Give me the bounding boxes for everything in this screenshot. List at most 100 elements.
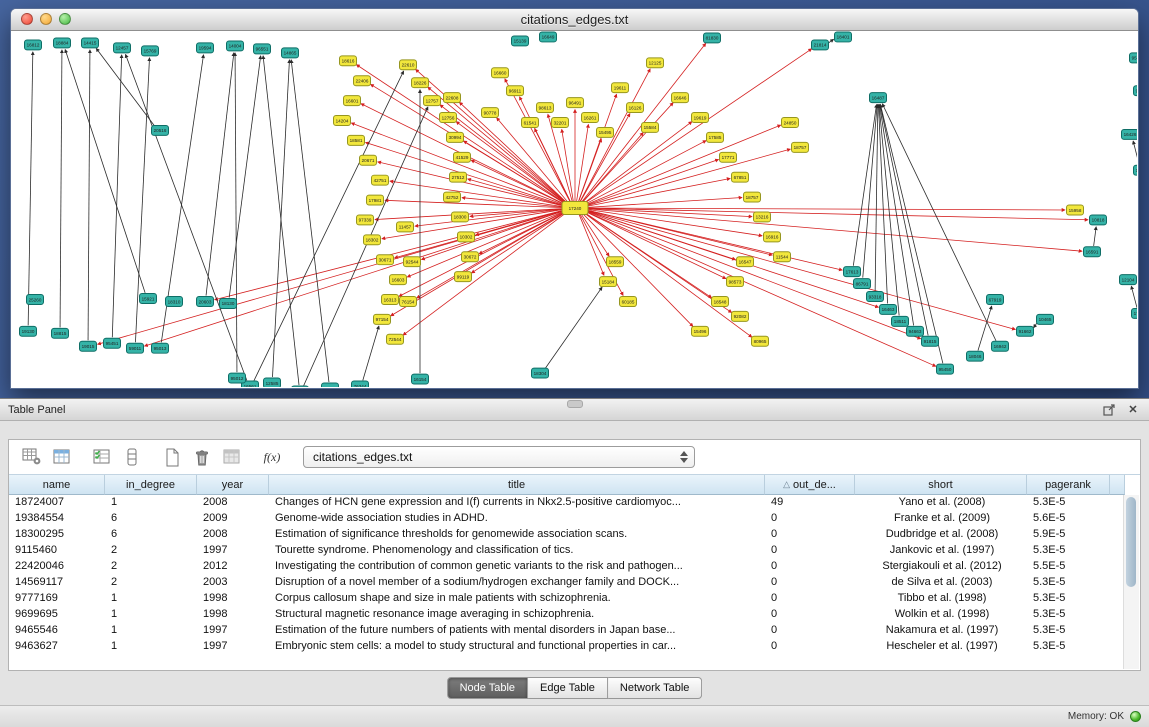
- graph-node[interactable]: 10818: [1090, 215, 1107, 225]
- window-titlebar[interactable]: citations_edges.txt: [11, 9, 1138, 31]
- graph-node[interactable]: 12756: [440, 113, 457, 123]
- new-table-icon[interactable]: [159, 444, 185, 470]
- graph-node[interactable]: 59011: [127, 343, 144, 353]
- graph-node[interactable]: 30672: [462, 252, 479, 262]
- graph-node[interactable]: 15496: [692, 326, 709, 336]
- row-options-icon[interactable]: [119, 444, 145, 470]
- graph-node[interactable]: 18757: [792, 142, 809, 152]
- graph-node[interactable]: 17981: [367, 195, 384, 205]
- graph-node[interactable]: 16603: [390, 275, 407, 285]
- table-row[interactable]: 1456911722003Disruption of a novel membe…: [9, 575, 1140, 591]
- graph-node[interactable]: 30994: [447, 132, 464, 142]
- graph-node[interactable]: 94663: [907, 326, 924, 336]
- graph-node[interactable]: 14138: [1134, 165, 1138, 175]
- graph-node[interactable]: 16942: [992, 341, 1009, 351]
- graph-node[interactable]: 15495: [597, 127, 614, 137]
- graph-node[interactable]: 76344: [352, 381, 369, 387]
- graph-node[interactable]: 17735: [1132, 308, 1138, 318]
- tab-edge-table[interactable]: Edge Table: [528, 677, 608, 699]
- scrollbar-thumb[interactable]: [1126, 497, 1136, 587]
- table-row[interactable]: 977716911998Corpus callosum shape and si…: [9, 591, 1140, 607]
- graph-node[interactable]: 32201: [552, 118, 569, 128]
- graph-node[interactable]: 95013: [152, 343, 169, 353]
- graph-node[interactable]: 14865: [282, 48, 299, 58]
- column-header-name[interactable]: name: [9, 475, 105, 495]
- graph-node[interactable]: 27512: [450, 172, 467, 182]
- graph-node[interactable]: 16812: [25, 40, 42, 50]
- graph-node[interactable]: 24850: [782, 118, 799, 128]
- splitter-handle[interactable]: [567, 400, 583, 408]
- graph-node[interactable]: 16649: [540, 32, 557, 42]
- graph-node[interactable]: 21814: [812, 40, 829, 50]
- graph-node[interactable]: 80965: [752, 336, 769, 346]
- graph-node[interactable]: 92774: [1134, 86, 1138, 96]
- graph-node[interactable]: 17771: [720, 152, 737, 162]
- graph-node[interactable]: 42751: [372, 175, 389, 185]
- graph-node[interactable]: 18548: [712, 297, 729, 307]
- graph-node[interactable]: 20516: [152, 125, 169, 135]
- graph-node[interactable]: 18511: [892, 316, 909, 326]
- graph-node[interactable]: 18757: [744, 192, 761, 202]
- graph-node[interactable]: 18581: [348, 135, 365, 145]
- graph-node[interactable]: 16313: [382, 295, 399, 305]
- graph-node[interactable]: 19015: [80, 341, 97, 351]
- column-header-in_degree[interactable]: in_degree: [105, 475, 197, 495]
- graph-node[interactable]: 16601: [344, 96, 361, 106]
- graph-node[interactable]: 12757: [424, 96, 441, 106]
- graph-node[interactable]: 96911: [507, 86, 524, 96]
- graph-node[interactable]: 15139: [512, 36, 529, 46]
- table-row[interactable]: 946362711997Embryonic stem cells: a mode…: [9, 639, 1140, 655]
- tab-node-table[interactable]: Node Table: [447, 677, 528, 699]
- table-row[interactable]: 1938455462009Genome-wide association stu…: [9, 511, 1140, 527]
- close-window-button[interactable]: [21, 13, 33, 25]
- graph-node[interactable]: 16426: [1122, 129, 1138, 139]
- graph-node[interactable]: 93318: [867, 292, 884, 302]
- graph-node[interactable]: 16916: [764, 232, 781, 242]
- table-row[interactable]: 911546021997Tourette syndrome. Phenomeno…: [9, 543, 1140, 559]
- graph-node[interactable]: 25260: [27, 295, 44, 305]
- graph-node[interactable]: 86791: [854, 279, 871, 289]
- column-header-title[interactable]: title: [269, 475, 765, 495]
- graph-node[interactable]: 11457: [397, 222, 414, 232]
- graph-node[interactable]: 15184: [600, 277, 617, 287]
- graph-node[interactable]: 20671: [360, 155, 377, 165]
- graph-node[interactable]: 16591: [1084, 247, 1101, 257]
- graph-node[interactable]: 18310: [166, 297, 183, 307]
- graph-node[interactable]: 72544: [387, 334, 404, 344]
- graph-node[interactable]: 16646: [672, 93, 689, 103]
- graph-node[interactable]: 15921: [140, 294, 157, 304]
- float-panel-icon[interactable]: [1101, 403, 1117, 417]
- graph-node[interactable]: 19619: [692, 113, 709, 123]
- graph-node[interactable]: 91815: [922, 336, 939, 346]
- graph-node[interactable]: 14415: [82, 38, 99, 48]
- table-settings-icon[interactable]: [19, 444, 45, 470]
- graph-node[interactable]: 17240: [562, 202, 588, 215]
- graph-node[interactable]: 16487: [870, 93, 887, 103]
- graph-node[interactable]: 12125: [647, 58, 664, 68]
- function-builder-icon[interactable]: f(x): [259, 444, 285, 470]
- graph-node[interactable]: 67851: [732, 172, 749, 182]
- graph-node[interactable]: 92082: [732, 311, 749, 321]
- graph-node[interactable]: 18300: [452, 212, 469, 222]
- graph-node[interactable]: 61541: [522, 118, 539, 128]
- graph-node[interactable]: 67919: [987, 295, 1004, 305]
- graph-node[interactable]: 92544: [404, 257, 421, 267]
- graph-node[interactable]: 20603: [197, 297, 214, 307]
- graph-node[interactable]: 16660: [492, 68, 509, 78]
- network-table-select[interactable]: citations_edges.txt: [303, 446, 695, 468]
- graph-node[interactable]: 18304: [532, 368, 549, 378]
- table-row[interactable]: 2242004622012Investigating the contribut…: [9, 559, 1140, 575]
- graph-node[interactable]: 96551: [254, 44, 271, 54]
- graph-node[interactable]: 42752: [444, 192, 461, 202]
- graph-node[interactable]: 13216: [754, 212, 771, 222]
- graph-node[interactable]: 76154: [400, 297, 417, 307]
- graph-node[interactable]: 18815: [52, 328, 69, 338]
- graph-node[interactable]: 11544: [774, 252, 791, 262]
- graph-node[interactable]: 95451: [104, 338, 121, 348]
- graph-node[interactable]: 18148: [292, 386, 309, 387]
- column-header-pagerank[interactable]: pagerank: [1027, 475, 1110, 495]
- graph-node[interactable]: 18616: [340, 56, 357, 66]
- graph-node[interactable]: 96491: [567, 98, 584, 108]
- graph-node[interactable]: 19611: [612, 83, 629, 93]
- graph-node[interactable]: 99119: [455, 272, 472, 282]
